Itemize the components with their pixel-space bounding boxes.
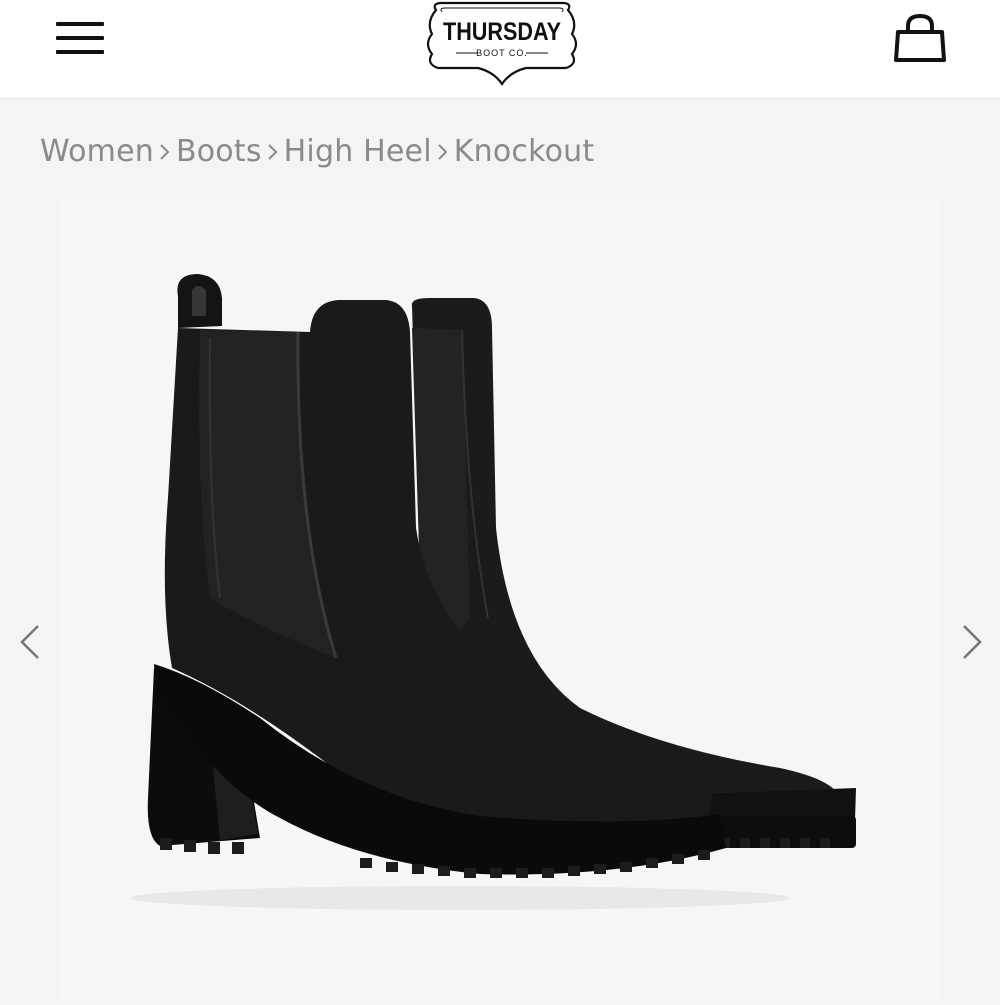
chevron-right-icon [154,128,176,174]
brand-logo[interactable]: THURSDAY BOOT CO. [422,0,582,86]
chevron-right-icon [432,128,454,174]
logo-wordmark: THURSDAY [443,18,561,46]
product-image-gallery[interactable] [60,198,940,1000]
breadcrumb-knockout[interactable]: Knockout [454,134,595,169]
chevron-right-icon[interactable] [950,620,994,664]
breadcrumb-women[interactable]: Women [40,134,154,169]
shopping-bag-icon[interactable] [888,8,952,68]
site-header: THURSDAY BOOT CO. [0,0,1000,99]
logo-subtext: BOOT CO. [476,48,528,58]
breadcrumb-boots[interactable]: Boots [176,134,262,169]
breadcrumb-high-heel[interactable]: High Heel [284,134,432,169]
product-image [130,274,856,910]
hamburger-menu-icon[interactable] [50,14,110,64]
breadcrumb: Women Boots High Heel Knockout [40,128,594,174]
chevron-left-icon[interactable] [8,620,52,664]
chevron-right-icon [262,128,284,174]
